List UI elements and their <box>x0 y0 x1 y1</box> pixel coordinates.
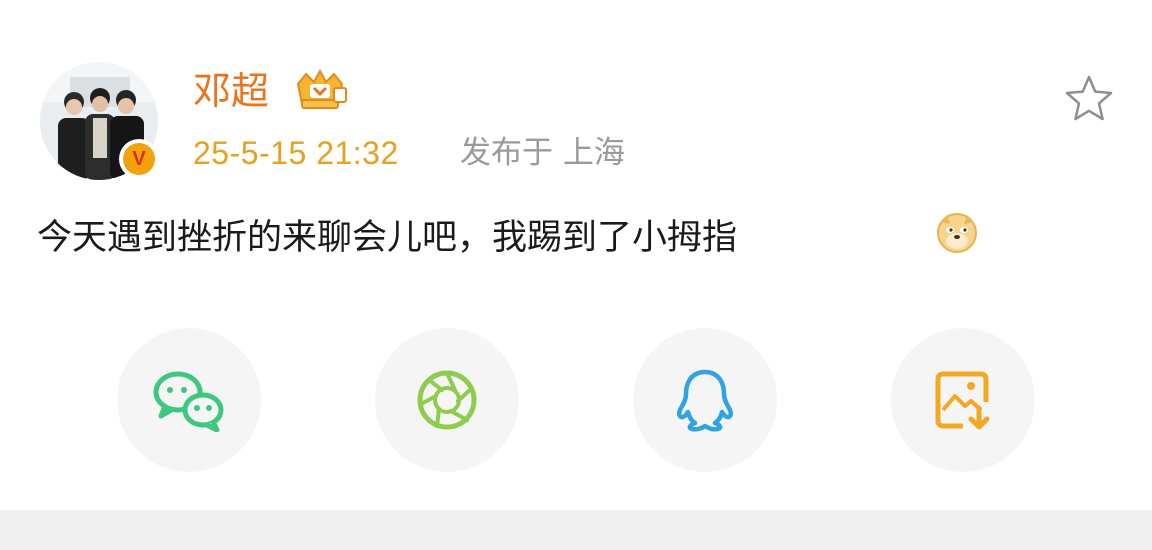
save-image-icon <box>935 371 990 430</box>
moments-icon <box>417 370 477 430</box>
bottom-divider <box>0 510 1152 550</box>
share-wechat-button[interactable] <box>117 328 261 472</box>
author-name[interactable]: 邓超 <box>193 67 269 115</box>
doge-emoji-icon <box>937 213 977 253</box>
post-timestamp: 25-5-15 21:32 <box>193 135 399 171</box>
share-save-image-button[interactable] <box>891 328 1035 472</box>
post-location: 发布于 上海 <box>460 135 625 171</box>
share-qq-button[interactable] <box>633 328 777 472</box>
wechat-icon <box>153 371 224 432</box>
qq-icon <box>677 369 733 432</box>
crown-badge-icon[interactable] <box>292 68 348 112</box>
verified-badge: V <box>119 139 159 179</box>
share-moments-button[interactable] <box>375 328 519 472</box>
star-icon[interactable] <box>1062 72 1116 126</box>
post-text: 今天遇到挫折的来聊会儿吧，我踢到了小拇指 <box>37 218 738 258</box>
verified-v-icon: V <box>123 143 155 175</box>
